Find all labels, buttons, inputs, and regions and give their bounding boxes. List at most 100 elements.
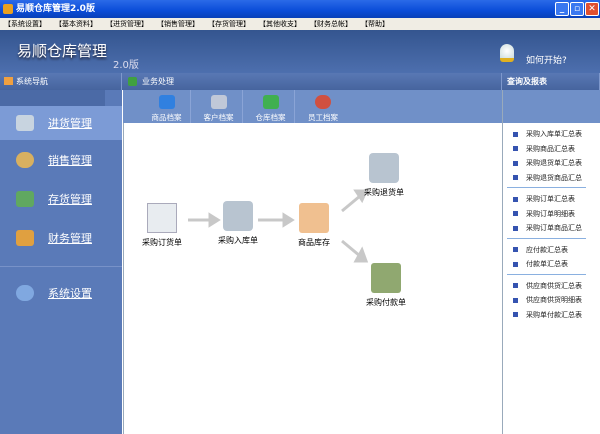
gear-icon: [16, 285, 34, 301]
node-label: 商品库存: [298, 238, 330, 247]
bullet-icon: [513, 160, 518, 166]
report-label: 采购订单汇总表: [526, 195, 575, 204]
nav-finance[interactable]: 财务管理: [0, 221, 122, 255]
nav-label: 系统设置: [48, 287, 92, 300]
report-label: 采购订单商品汇总: [526, 224, 582, 233]
rss-icon: [128, 77, 137, 86]
report-group: 采购订单汇总表 采购订单明细表 采购订单商品汇总: [507, 188, 586, 239]
business-header-label: 业务处理: [142, 77, 174, 86]
node-label: 采购退货单: [364, 188, 404, 197]
report-link[interactable]: 采购退货商品汇总: [507, 171, 586, 186]
restore-button[interactable]: ▫: [570, 2, 584, 16]
report-link[interactable]: 采购订单汇总表: [507, 192, 586, 207]
menu-other[interactable]: 【其他收支】: [259, 18, 301, 30]
menu-finance[interactable]: 【财务总帐】: [310, 18, 352, 30]
bullet-icon: [513, 247, 518, 253]
report-label: 供应商供货汇总表: [526, 281, 582, 290]
nav-sales[interactable]: 销售管理: [0, 143, 122, 177]
nav-purchase[interactable]: 进货管理: [0, 106, 122, 140]
product-file-button[interactable]: 商品档案: [143, 90, 191, 123]
nav-inventory[interactable]: 存货管理: [0, 182, 122, 216]
nav-header: 系统导航: [0, 73, 122, 90]
report-link[interactable]: 采购订单明细表: [507, 207, 586, 222]
customer-file-button[interactable]: 客户档案: [195, 90, 243, 123]
document-icon: [147, 203, 177, 233]
menu-sales[interactable]: 【销售管理】: [157, 18, 199, 30]
reports-panel: 采购入库单汇总表 采购商品汇总表 采购退货单汇总表 采购退货商品汇总 采购订单汇…: [502, 90, 600, 434]
menu-basic[interactable]: 【基本资料】: [55, 18, 97, 30]
warehouse-icon: [262, 95, 279, 109]
report-label: 采购退货单汇总表: [526, 159, 582, 168]
cart-remove-icon: [369, 153, 399, 183]
report-label: 采购订单明细表: [526, 209, 575, 218]
house-icon: [299, 203, 329, 233]
purchase-order-node[interactable]: 采购订货单: [142, 203, 182, 248]
report-link[interactable]: 采购订单商品汇总: [507, 221, 586, 236]
warehouse-file-button[interactable]: 仓库档案: [247, 90, 295, 123]
report-link[interactable]: 采购退货单汇总表: [507, 156, 586, 171]
nav-divider: [0, 266, 122, 267]
reports-band: [503, 90, 600, 123]
report-label: 采购入库单汇总表: [526, 130, 582, 139]
minimize-button[interactable]: _: [555, 2, 569, 16]
employee-icon: [315, 95, 331, 109]
nav-header-label: 系统导航: [16, 77, 48, 86]
bullet-icon: [513, 261, 518, 267]
product-icon: [158, 95, 175, 109]
bullet-icon: [513, 211, 518, 217]
stock-node[interactable]: 商品库存: [298, 203, 330, 248]
report-link[interactable]: 供应商供货明细表: [507, 293, 586, 308]
bullet-icon: [513, 225, 518, 231]
help-link[interactable]: 如何开始?: [526, 53, 567, 66]
cart-add-icon: [223, 201, 253, 231]
close-button[interactable]: ✕: [585, 2, 599, 16]
bullet-icon: [513, 196, 518, 202]
sidebar: 进货管理 销售管理 存货管理 财务管理 系统设置: [0, 90, 122, 434]
report-link[interactable]: 应付款汇总表: [507, 243, 586, 258]
bullet-icon: [513, 175, 518, 181]
report-link[interactable]: 采购入库单汇总表: [507, 127, 586, 142]
reports-header: 查询及报表: [502, 73, 600, 90]
purchase-inbound-node[interactable]: 采购入库单: [218, 201, 258, 246]
menu-system[interactable]: 【系统设置】: [4, 18, 46, 30]
report-link[interactable]: 付款单汇总表: [507, 257, 586, 272]
button-label: 客户档案: [203, 113, 234, 122]
report-link[interactable]: 采购商品汇总表: [507, 142, 586, 157]
flow-arrows: [188, 189, 369, 263]
house-icon: [16, 191, 34, 207]
nav-label: 财务管理: [48, 232, 92, 245]
bullet-icon: [513, 312, 518, 318]
bullet-icon: [513, 283, 518, 289]
report-link[interactable]: 采购单付款汇总表: [507, 308, 586, 323]
menu-help[interactable]: 【帮助】: [361, 18, 389, 30]
sidebar-band: [0, 90, 105, 106]
employee-file-button[interactable]: 员工档案: [299, 90, 347, 123]
menu-inventory[interactable]: 【存货管理】: [208, 18, 250, 30]
nav-label: 存货管理: [48, 193, 92, 206]
button-label: 员工档案: [308, 113, 338, 122]
nav-settings[interactable]: 系统设置: [0, 276, 122, 310]
lightbulb-icon[interactable]: [500, 44, 514, 62]
window-title: 易顺仓库管理2.0版: [16, 4, 95, 14]
workflow-area: 采购订货单 采购入库单 商品库存 采购退货单 采购付款单: [123, 123, 502, 434]
purchase-payment-node[interactable]: 采购付款单: [366, 263, 406, 308]
report-label: 付款单汇总表: [526, 260, 568, 269]
app-version: 2.0版: [113, 60, 139, 71]
report-link[interactable]: 供应商供货汇总表: [507, 279, 586, 294]
menu-purchase[interactable]: 【进货管理】: [106, 18, 148, 30]
bullet-icon: [513, 146, 518, 152]
node-label: 采购付款单: [366, 298, 406, 307]
coins-icon: [16, 152, 34, 168]
button-label: 仓库档案: [255, 113, 286, 122]
report-label: 应付款汇总表: [526, 245, 568, 254]
money-icon: [371, 263, 401, 293]
reports-header-label: 查询及报表: [507, 77, 547, 86]
report-label: 采购商品汇总表: [526, 144, 575, 153]
bullet-icon: [513, 297, 518, 303]
report-label: 采购退货商品汇总: [526, 173, 582, 182]
app-icon: [3, 4, 13, 14]
report-group: 供应商供货汇总表 供应商供货明细表 采购单付款汇总表: [507, 275, 586, 325]
nav-label: 进货管理: [48, 117, 92, 130]
purchase-return-node[interactable]: 采购退货单: [364, 153, 404, 198]
title-bar: 易顺仓库管理2.0版 _ ▫ ✕: [0, 0, 600, 18]
